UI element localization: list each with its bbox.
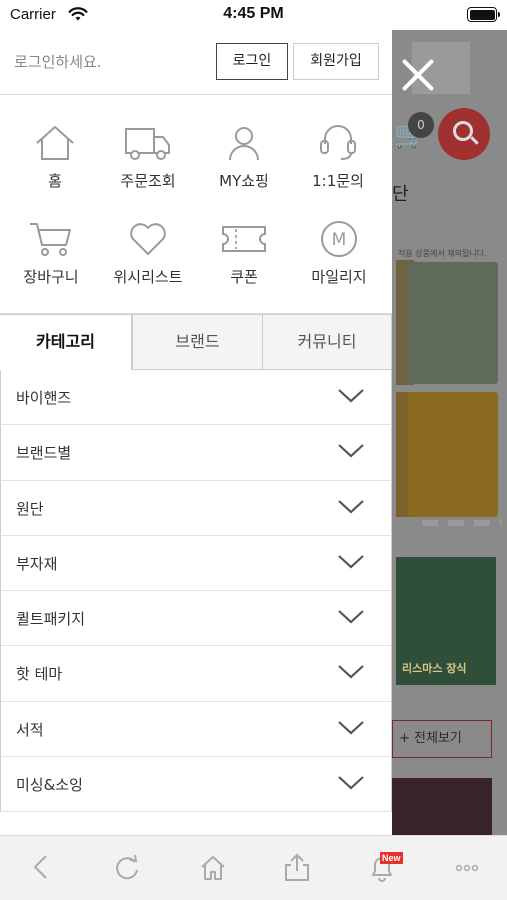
quick-link-orders[interactable]: 주문조회	[99, 124, 197, 219]
quick-link-wishlist[interactable]: 위시리스트	[99, 220, 197, 315]
category-list: 바이핸즈 브랜드별 원단 부자재 퀼트패키지 핫 테마 서적 미싱&소잉	[0, 370, 392, 813]
category-label: 퀼트패키지	[16, 610, 86, 629]
category-label: 브랜드별	[16, 444, 72, 463]
quick-links-grid: 홈 주문조회 MY쇼핑 1:1문의 장바구니 위시리스트 쿠폰 M 마일리지	[0, 96, 392, 314]
chevron-down-icon[interactable]	[337, 443, 365, 459]
category-label: 부자재	[16, 554, 58, 573]
view-all-button: + 전체보기	[392, 720, 492, 758]
close-drawer-button[interactable]	[395, 52, 441, 98]
login-button[interactable]: 로그인	[216, 43, 288, 80]
headset-icon	[320, 125, 356, 160]
category-item[interactable]: 바이핸즈	[0, 370, 392, 426]
drawer-header: 로그인하세요. 로그인 회원가입	[0, 30, 392, 95]
refresh-icon[interactable]	[108, 852, 148, 882]
login-prompt: 로그인하세요.	[14, 53, 102, 71]
category-item[interactable]: 미싱&소잉	[0, 757, 392, 813]
more-icon[interactable]	[447, 852, 487, 882]
category-label: 미싱&소잉	[16, 776, 83, 795]
category-item[interactable]: 핫 테마	[0, 646, 392, 702]
christmas-banner-label: 리스마스 장식	[402, 662, 467, 675]
background-title-fragment: 단	[392, 184, 409, 205]
category-label: 바이핸즈	[16, 389, 72, 407]
coupon-icon	[222, 226, 266, 252]
category-label: 핫 테마	[16, 665, 63, 684]
quick-link-label: MY쇼핑	[219, 172, 269, 190]
category-item[interactable]: 원단	[0, 480, 392, 536]
chevron-down-icon[interactable]	[337, 388, 365, 404]
product-thumbnail	[408, 392, 498, 517]
drawer-tabs: 카테고리 브랜드 커뮤니티	[0, 314, 392, 370]
quick-link-my-shopping[interactable]: MY쇼핑	[195, 124, 293, 219]
tab-brand[interactable]: 브랜드	[132, 314, 263, 370]
status-bar: Carrier 4:45 PM	[0, 0, 507, 30]
side-drawer: 로그인하세요. 로그인 회원가입 홈 주문조회 MY쇼핑 1:1문의 장바구니 …	[0, 30, 392, 835]
battery-icon	[467, 7, 500, 22]
chevron-down-icon[interactable]	[337, 664, 365, 680]
truck-icon	[125, 128, 170, 160]
product-thumbnail	[408, 262, 498, 384]
cart-count-badge: 0	[408, 112, 434, 138]
background-notice: 적용 상품에서 제외됩니다.	[398, 249, 487, 258]
signup-button[interactable]: 회원가입	[293, 43, 379, 80]
product-thumbnail	[392, 778, 492, 835]
quick-link-label: 쿠폰	[230, 268, 258, 286]
background-page: 🛒 0 단 적용 상품에서 제외됩니다. 리스마스 장식 + 전체보기	[392, 30, 507, 835]
heart-icon	[130, 223, 166, 255]
bottom-toolbar: New	[0, 835, 507, 900]
chevron-down-icon[interactable]	[337, 609, 365, 625]
quick-link-cart[interactable]: 장바구니	[2, 220, 100, 315]
quick-link-home[interactable]: 홈	[6, 124, 104, 219]
home-icon[interactable]	[193, 852, 233, 882]
category-item[interactable]: 서적	[0, 701, 392, 758]
category-item[interactable]: 퀼트패키지	[0, 591, 392, 647]
mileage-icon-letter: M	[332, 230, 347, 250]
quick-link-mileage[interactable]: M 마일리지	[290, 220, 388, 315]
quick-link-label: 마일리지	[311, 268, 367, 286]
back-icon[interactable]	[22, 852, 62, 882]
quick-link-label: 장바구니	[23, 268, 79, 286]
chevron-down-icon[interactable]	[337, 499, 365, 515]
home-icon	[36, 126, 74, 160]
category-item[interactable]: 부자재	[0, 535, 392, 592]
category-item[interactable]: 브랜드별	[0, 425, 392, 481]
person-icon	[229, 127, 259, 161]
new-badge: New	[380, 852, 403, 864]
category-label: 원단	[16, 499, 44, 518]
chevron-down-icon[interactable]	[337, 775, 365, 791]
quick-link-label: 1:1문의	[312, 172, 364, 190]
mileage-icon: M	[321, 221, 357, 257]
chevron-down-icon[interactable]	[337, 720, 365, 736]
quick-link-label: 홈	[48, 172, 62, 190]
quick-link-inquiry[interactable]: 1:1문의	[289, 124, 387, 219]
carousel-dots	[422, 520, 502, 526]
tab-category[interactable]: 카테고리	[0, 314, 132, 370]
chevron-down-icon[interactable]	[337, 554, 365, 570]
cart-icon	[30, 223, 71, 256]
quick-link-coupon[interactable]: 쿠폰	[195, 220, 293, 315]
quick-link-label: 위시리스트	[113, 268, 183, 286]
background-search-button	[438, 108, 490, 160]
clock: 4:45 PM	[223, 5, 284, 22]
category-label: 서적	[16, 720, 44, 739]
quick-link-label: 주문조회	[120, 172, 176, 190]
share-icon[interactable]	[277, 852, 317, 882]
tab-community[interactable]: 커뮤니티	[262, 314, 392, 370]
